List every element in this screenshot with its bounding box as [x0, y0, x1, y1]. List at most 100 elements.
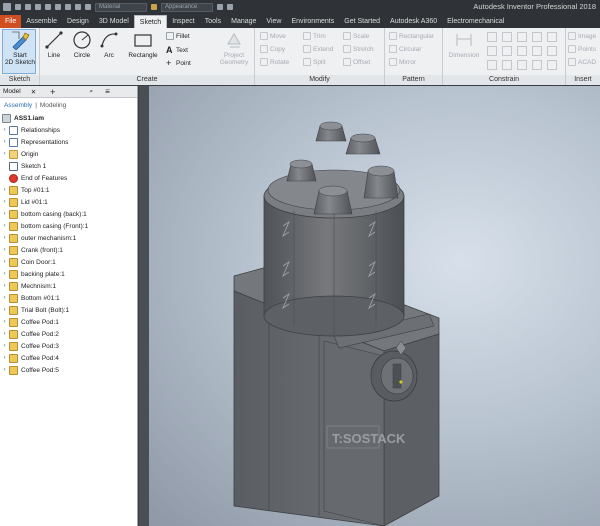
tree-item[interactable]: › Coffee Pod:5 — [0, 364, 137, 376]
tree-item[interactable]: › Relationships — [0, 124, 137, 136]
expand-chevron-icon[interactable]: › — [0, 199, 9, 205]
tab-assembly[interactable]: Assembly — [4, 102, 32, 109]
material-select[interactable]: Material — [95, 2, 147, 12]
tree-item[interactable]: › Trial Bolt (Bolt):1 — [0, 304, 137, 316]
image-button[interactable]: Image — [568, 32, 596, 40]
tab-tools[interactable]: Tools — [200, 15, 226, 28]
line-button[interactable]: Line — [43, 30, 65, 59]
tab-autodesk-a360[interactable]: Autodesk A360 — [385, 15, 442, 28]
stretch-button[interactable]: Stretch — [343, 45, 374, 53]
tree-item[interactable]: › outer mechanism:1 — [0, 232, 137, 244]
fillet-button[interactable]: Fillet — [166, 32, 190, 40]
dimension-button[interactable]: Dimension — [446, 30, 482, 59]
expand-chevron-icon[interactable]: › — [0, 307, 9, 313]
close-icon[interactable]: ✕ — [31, 88, 36, 96]
trim-button[interactable]: Trim — [303, 32, 326, 40]
move-button[interactable]: Move — [260, 32, 286, 40]
expand-chevron-icon[interactable]: › — [0, 235, 9, 241]
coincident-icon[interactable] — [487, 32, 497, 42]
tangent-icon[interactable] — [532, 46, 542, 56]
parallel-icon[interactable] — [547, 32, 557, 42]
expand-chevron-icon[interactable]: › — [0, 259, 9, 265]
expand-chevron-icon[interactable]: › — [0, 151, 9, 157]
collinear-icon[interactable] — [502, 32, 512, 42]
points-button[interactable]: Points — [568, 45, 596, 53]
constraint-settings-icon[interactable] — [532, 60, 542, 70]
tab-modeling[interactable]: Modeling — [40, 102, 66, 109]
tree-item[interactable]: › Mechnism:1 — [0, 280, 137, 292]
tab-3d-model[interactable]: 3D Model — [94, 15, 134, 28]
hamburger-menu-icon[interactable]: ≡ — [105, 87, 110, 96]
update-icon[interactable] — [85, 4, 91, 10]
symmetric-icon[interactable] — [487, 60, 497, 70]
expand-chevron-icon[interactable]: › — [0, 283, 9, 289]
tree-item[interactable]: › Coffee Pod:3 — [0, 340, 137, 352]
tab-assemble[interactable]: Assemble — [21, 15, 62, 28]
split-button[interactable]: Split — [303, 58, 326, 66]
tab-design[interactable]: Design — [62, 15, 94, 28]
start-2d-sketch-button[interactable]: Start 2D Sketch — [4, 30, 36, 66]
expand-chevron-icon[interactable]: › — [0, 187, 9, 193]
tree-item[interactable]: › Lid #01:1 — [0, 196, 137, 208]
expand-chevron-icon[interactable]: › — [0, 331, 9, 337]
point-button[interactable]: + Point — [166, 58, 191, 68]
tree-item[interactable]: › Coffee Pod:1 — [0, 316, 137, 328]
appearance-select[interactable]: Appearance — [161, 2, 213, 12]
project-geometry-button[interactable]: Project Geometry — [216, 30, 252, 66]
copy-button[interactable]: Copy — [260, 45, 285, 53]
home-icon[interactable] — [65, 4, 71, 10]
smooth-icon[interactable] — [547, 46, 557, 56]
circle-button[interactable]: Circle — [70, 30, 94, 59]
expand-chevron-icon[interactable]: › — [0, 247, 9, 253]
tab-manage[interactable]: Manage — [226, 15, 261, 28]
select-icon[interactable] — [75, 4, 81, 10]
tree-item[interactable]: › Representations — [0, 136, 137, 148]
mirror-button[interactable]: Mirror — [389, 58, 416, 66]
tree-item[interactable]: › Crank (front):1 — [0, 244, 137, 256]
tree-item[interactable]: › Coffee Pod:4 — [0, 352, 137, 364]
add-tab-icon[interactable]: + — [50, 87, 55, 97]
tree-item[interactable]: › Bottom #01:1 — [0, 292, 137, 304]
expand-chevron-icon[interactable]: › — [0, 295, 9, 301]
tree-item[interactable]: › bottom casing (Front):1 — [0, 220, 137, 232]
clear-appearance-icon[interactable] — [217, 4, 223, 10]
arc-button[interactable]: Arc — [98, 30, 120, 59]
auto-dimension-icon[interactable] — [547, 60, 557, 70]
tab-environments[interactable]: Environments — [286, 15, 339, 28]
expand-chevron-icon[interactable]: › — [0, 223, 9, 229]
concentric-icon[interactable] — [517, 32, 527, 42]
open-icon[interactable] — [25, 4, 31, 10]
app-menu-icon[interactable] — [3, 3, 11, 11]
acad-button[interactable]: ACAD — [568, 58, 596, 66]
show-constraints-icon[interactable] — [517, 60, 527, 70]
rectangle-button[interactable]: Rectangle — [126, 30, 160, 59]
expand-chevron-icon[interactable]: › — [0, 355, 9, 361]
undo-icon[interactable] — [45, 4, 51, 10]
graphics-viewport[interactable]: T:SOSTACK — [139, 86, 600, 526]
expand-chevron-icon[interactable]: › — [0, 271, 9, 277]
rotate-button[interactable]: Rotate — [260, 58, 289, 66]
tree-item[interactable]: › Origin — [0, 148, 137, 160]
tree-root[interactable]: ASS1.iam — [0, 112, 137, 124]
tab-file[interactable]: File — [0, 15, 22, 28]
tab-view[interactable]: View — [261, 15, 286, 28]
new-icon[interactable] — [15, 4, 21, 10]
fix-icon[interactable] — [532, 32, 542, 42]
tab-get-started[interactable]: Get Started — [339, 15, 385, 28]
redo-icon[interactable] — [55, 4, 61, 10]
circular-pattern-button[interactable]: Circular — [389, 45, 421, 53]
tree-item[interactable]: Sketch 1 — [0, 160, 137, 172]
tab-inspect[interactable]: Inspect — [167, 15, 200, 28]
search-icon[interactable]: ⌕ — [89, 88, 93, 96]
tree-item[interactable]: › backing plate:1 — [0, 268, 137, 280]
tree-item[interactable]: › Coin Door:1 — [0, 256, 137, 268]
expand-chevron-icon[interactable]: › — [0, 139, 9, 145]
expand-chevron-icon[interactable]: › — [0, 343, 9, 349]
tab-electromechanical[interactable]: Electromechanical — [442, 15, 509, 28]
vertical-icon[interactable] — [517, 46, 527, 56]
offset-button[interactable]: Offset — [343, 58, 370, 66]
expand-chevron-icon[interactable]: › — [0, 367, 9, 373]
scale-button[interactable]: Scale — [343, 32, 369, 40]
perpendicular-icon[interactable] — [487, 46, 497, 56]
equal-icon[interactable] — [502, 60, 512, 70]
